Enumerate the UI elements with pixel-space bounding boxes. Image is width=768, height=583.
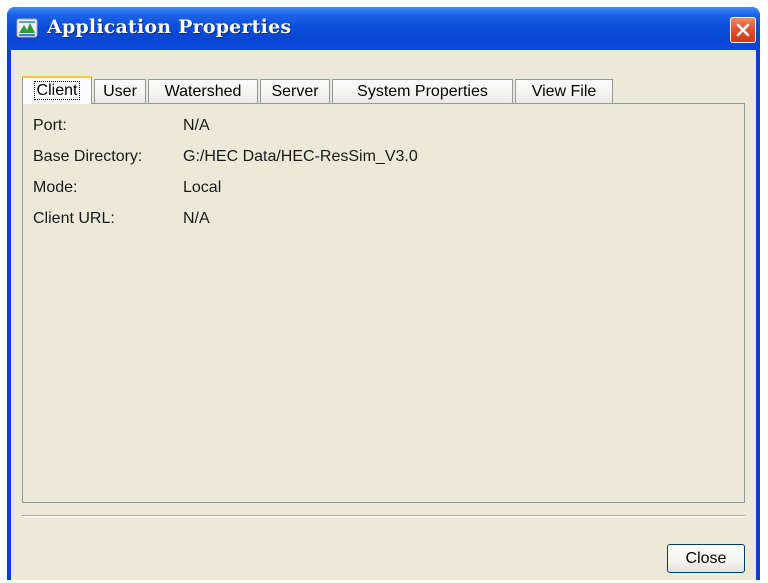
base-directory-label: Base Directory: bbox=[33, 148, 143, 165]
tab-client[interactable]: Client bbox=[22, 76, 92, 104]
tab-user-label: User bbox=[103, 83, 137, 100]
tab-watershed[interactable]: Watershed bbox=[148, 79, 258, 103]
window-close-button[interactable] bbox=[730, 17, 756, 43]
tab-watershed-label: Watershed bbox=[164, 83, 242, 100]
close-button[interactable]: Close bbox=[667, 544, 745, 573]
client-url-value: N/A bbox=[183, 210, 210, 227]
base-directory-value: G:/HEC Data/HEC-ResSim_V3.0 bbox=[183, 148, 418, 165]
port-label: Port: bbox=[33, 117, 67, 134]
tab-client-label: Client bbox=[33, 81, 81, 100]
client-tab-panel: Port: N/A Base Directory: G:/HEC Data/HE… bbox=[22, 103, 745, 503]
application-properties-dialog: Application Properties Client User Water… bbox=[7, 7, 760, 580]
app-icon bbox=[16, 18, 38, 38]
tab-server[interactable]: Server bbox=[260, 79, 330, 103]
tab-server-label: Server bbox=[271, 83, 319, 100]
window-title: Application Properties bbox=[47, 16, 292, 38]
footer-separator bbox=[22, 515, 745, 517]
tab-view-file-label: View File bbox=[531, 83, 597, 100]
tab-system-properties[interactable]: System Properties bbox=[332, 79, 513, 103]
mode-label: Mode: bbox=[33, 179, 78, 196]
mode-value: Local bbox=[183, 179, 222, 196]
tab-system-properties-label: System Properties bbox=[357, 83, 488, 100]
client-url-label: Client URL: bbox=[33, 210, 115, 227]
dialog-body: Client User Watershed Server System Prop… bbox=[11, 50, 756, 580]
tab-view-file[interactable]: View File bbox=[515, 79, 613, 103]
port-value: N/A bbox=[183, 117, 210, 134]
tab-user[interactable]: User bbox=[94, 79, 146, 103]
close-icon bbox=[736, 23, 750, 37]
title-bar: Application Properties bbox=[7, 7, 760, 50]
